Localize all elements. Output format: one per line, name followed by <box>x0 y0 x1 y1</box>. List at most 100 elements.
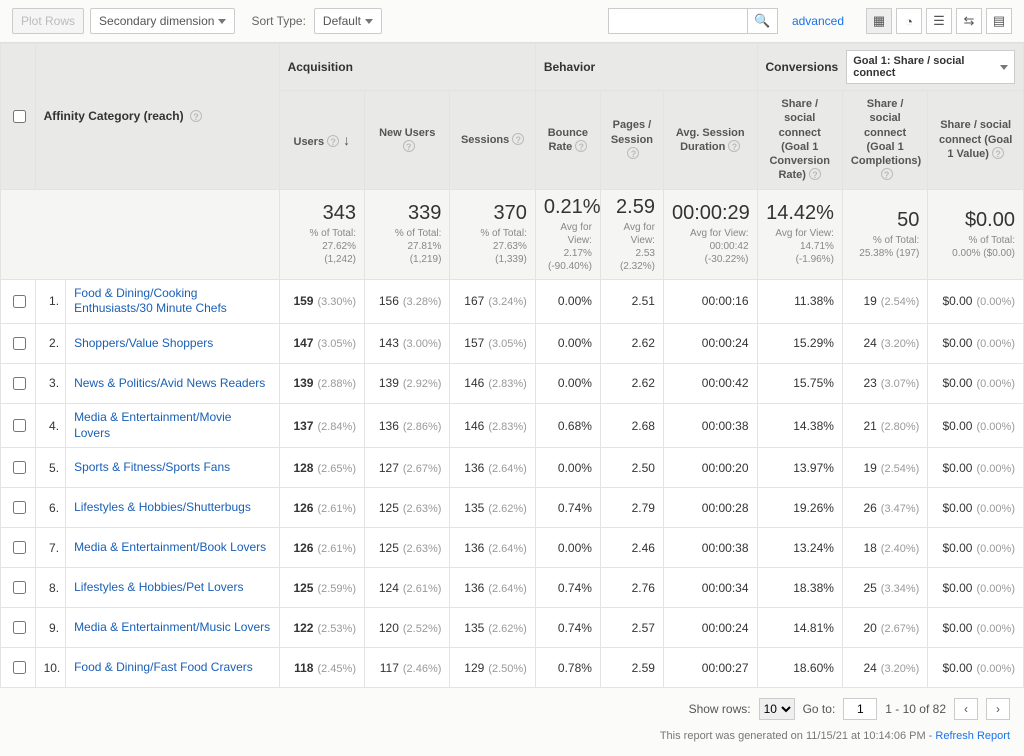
row-bounce: 0.74% <box>535 568 600 608</box>
row-new-users: 143(3.00%) <box>365 323 450 363</box>
report-table: Affinity Category (reach) ? Acquisition … <box>0 43 1024 688</box>
view-percentage-button[interactable]: ◔ <box>896 8 922 34</box>
row-g2: 19(2.54%) <box>842 448 927 488</box>
help-icon[interactable]: ? <box>327 135 339 147</box>
row-asd: 00:00:28 <box>663 488 757 528</box>
row-g1: 19.26% <box>757 488 842 528</box>
row-sessions: 167(3.24%) <box>450 279 535 323</box>
sum-g2: 50% of Total:25.38% (197) <box>842 189 927 279</box>
help-icon[interactable]: ? <box>512 133 524 145</box>
row-index: 3. <box>35 363 66 403</box>
help-icon[interactable]: ? <box>881 168 893 180</box>
row-category[interactable]: Media & Entertainment/Music Lovers <box>66 608 280 648</box>
row-g1: 15.29% <box>757 323 842 363</box>
row-asd: 00:00:38 <box>663 528 757 568</box>
row-g3: $0.00(0.00%) <box>928 568 1024 608</box>
table-icon: ▦ <box>873 13 885 29</box>
table-row: 6.Lifestyles & Hobbies/Shutterbugs126(2.… <box>1 488 1024 528</box>
dimension-header: Affinity Category (reach) ? <box>35 44 279 190</box>
next-page-button[interactable]: › <box>986 698 1010 720</box>
row-checkbox[interactable] <box>13 461 26 474</box>
row-checkbox[interactable] <box>13 541 26 554</box>
row-category[interactable]: Food & Dining/Fast Food Cravers <box>66 648 280 688</box>
row-category[interactable]: News & Politics/Avid News Readers <box>66 363 280 403</box>
col-new-users[interactable]: New Users? <box>365 91 450 190</box>
row-category[interactable]: Lifestyles & Hobbies/Shutterbugs <box>66 488 280 528</box>
row-category[interactable]: Sports & Fitness/Sports Fans <box>66 448 280 488</box>
bars-icon: ☰ <box>933 13 945 29</box>
goal-selector[interactable]: Goal 1: Share / social connect <box>846 50 1015 84</box>
row-users: 137(2.84%) <box>279 403 364 447</box>
row-category[interactable]: Lifestyles & Hobbies/Pet Lovers <box>66 568 280 608</box>
row-index: 4. <box>35 403 66 447</box>
help-icon[interactable]: ? <box>992 147 1004 159</box>
row-sessions: 129(2.50%) <box>450 648 535 688</box>
plot-rows-button[interactable]: Plot Rows <box>12 8 84 34</box>
row-pps: 2.62 <box>600 323 663 363</box>
page-input[interactable] <box>843 698 877 720</box>
rows-select[interactable]: 10 <box>759 698 795 720</box>
row-g2: 24(3.20%) <box>842 648 927 688</box>
col-users[interactable]: Users?↓ <box>279 91 364 190</box>
summary-row: 343% of Total:27.62%(1,242) 339% of Tota… <box>1 189 1024 279</box>
col-sessions[interactable]: Sessions? <box>450 91 535 190</box>
row-asd: 00:00:24 <box>663 608 757 648</box>
row-index: 6. <box>35 488 66 528</box>
row-bounce: 0.78% <box>535 648 600 688</box>
row-category[interactable]: Shoppers/Value Shoppers <box>66 323 280 363</box>
col-bounce[interactable]: Bounce Rate? <box>535 91 600 190</box>
row-checkbox[interactable] <box>13 621 26 634</box>
col-g1[interactable]: Share / social connect (Goal 1 Conversio… <box>757 91 842 190</box>
help-icon[interactable]: ? <box>403 140 415 152</box>
row-checkbox[interactable] <box>13 419 26 432</box>
help-icon[interactable]: ? <box>809 168 821 180</box>
row-pps: 2.51 <box>600 279 663 323</box>
view-table-button[interactable]: ▦ <box>866 8 892 34</box>
help-icon[interactable]: ? <box>190 110 202 122</box>
select-all-checkbox[interactable] <box>13 110 26 123</box>
search-input[interactable] <box>608 8 748 34</box>
row-checkbox[interactable] <box>13 377 26 390</box>
col-g2[interactable]: Share / social connect (Goal 1 Completio… <box>842 91 927 190</box>
row-g1: 18.60% <box>757 648 842 688</box>
view-comparison-button[interactable]: ⇆ <box>956 8 982 34</box>
row-bounce: 0.68% <box>535 403 600 447</box>
view-performance-button[interactable]: ☰ <box>926 8 952 34</box>
row-sessions: 135(2.62%) <box>450 608 535 648</box>
row-category[interactable]: Food & Dining/Cooking Enthusiasts/30 Min… <box>66 279 280 323</box>
help-icon[interactable]: ? <box>627 147 639 159</box>
help-icon[interactable]: ? <box>728 140 740 152</box>
row-checkbox[interactable] <box>13 337 26 350</box>
row-g3: $0.00(0.00%) <box>928 323 1024 363</box>
col-g3[interactable]: Share / social connect (Goal 1 Value)? <box>928 91 1024 190</box>
row-pps: 2.46 <box>600 528 663 568</box>
col-asd[interactable]: Avg. Session Duration? <box>663 91 757 190</box>
search-button[interactable]: 🔍 <box>748 8 778 34</box>
view-pivot-button[interactable]: ▤ <box>986 8 1012 34</box>
row-category[interactable]: Media & Entertainment/Book Lovers <box>66 528 280 568</box>
row-users: 147(3.05%) <box>279 323 364 363</box>
row-pps: 2.59 <box>600 648 663 688</box>
row-g2: 21(2.80%) <box>842 403 927 447</box>
row-asd: 00:00:20 <box>663 448 757 488</box>
secondary-dimension-button[interactable]: Secondary dimension <box>90 8 235 34</box>
row-category[interactable]: Media & Entertainment/Movie Lovers <box>66 403 280 447</box>
row-pps: 2.62 <box>600 363 663 403</box>
col-pps[interactable]: Pages / Session? <box>600 91 663 190</box>
row-g1: 13.24% <box>757 528 842 568</box>
row-checkbox[interactable] <box>13 581 26 594</box>
prev-page-button[interactable]: ‹ <box>954 698 978 720</box>
refresh-report-link[interactable]: Refresh Report <box>935 730 1010 742</box>
row-bounce: 0.00% <box>535 279 600 323</box>
group-header-row: Affinity Category (reach) ? Acquisition … <box>1 44 1024 91</box>
table-row: 8.Lifestyles & Hobbies/Pet Lovers125(2.5… <box>1 568 1024 608</box>
view-buttons: ▦ ◔ ☰ ⇆ ▤ <box>866 8 1012 34</box>
row-checkbox[interactable] <box>13 661 26 674</box>
row-checkbox[interactable] <box>13 501 26 514</box>
row-asd: 00:00:38 <box>663 403 757 447</box>
row-checkbox[interactable] <box>13 295 26 308</box>
sort-type-button[interactable]: Default <box>314 8 382 34</box>
advanced-link[interactable]: advanced <box>792 14 844 28</box>
help-icon[interactable]: ? <box>575 140 587 152</box>
row-users: 122(2.53%) <box>279 608 364 648</box>
